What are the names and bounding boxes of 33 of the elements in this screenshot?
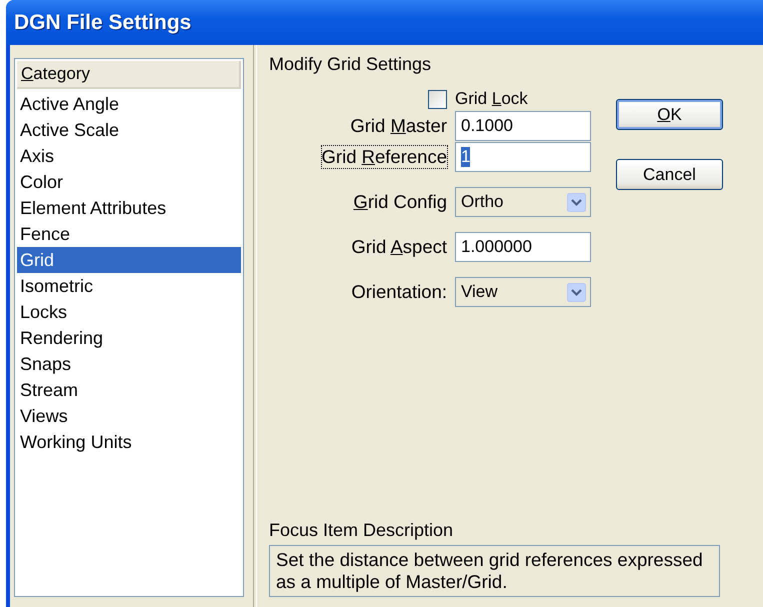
- field-label: Orientation:: [351, 281, 447, 303]
- dropdown[interactable]: Ortho: [455, 187, 591, 217]
- list-header[interactable]: Category: [17, 61, 241, 89]
- category-item[interactable]: Views: [17, 403, 241, 429]
- window-title: DGN File Settings: [14, 10, 192, 34]
- category-item[interactable]: Active Scale: [17, 117, 241, 143]
- category-item[interactable]: Color: [17, 169, 241, 195]
- dialog-button[interactable]: OK: [616, 99, 723, 130]
- section-title: Modify Grid Settings: [269, 54, 432, 75]
- category-item[interactable]: Locks: [17, 299, 241, 325]
- field-label: Grid Reference: [322, 146, 447, 168]
- category-item[interactable]: Snaps: [17, 351, 241, 377]
- input-field[interactable]: 0.1000: [455, 111, 591, 141]
- description-text: Set the distance between grid references expressed as a multiple of Master/Grid.: [269, 545, 720, 597]
- input-field[interactable]: 1: [455, 142, 591, 172]
- field-label: Grid Config: [353, 191, 447, 213]
- category-item[interactable]: Element Attributes: [17, 195, 241, 221]
- input-field[interactable]: 1.000000: [455, 232, 591, 262]
- category-item[interactable]: Fence: [17, 221, 241, 247]
- category-item[interactable]: Active Angle: [17, 91, 241, 117]
- field-label: Grid Aspect: [351, 236, 447, 258]
- category-item[interactable]: Rendering: [17, 325, 241, 351]
- category-item[interactable]: Grid: [17, 247, 241, 273]
- field-label: Grid Master: [350, 115, 447, 137]
- checkbox[interactable]: [428, 90, 447, 108]
- dialog-button[interactable]: Cancel: [616, 159, 723, 190]
- category-item[interactable]: Working Units: [17, 429, 241, 455]
- checkbox-label[interactable]: Grid Lock: [455, 89, 591, 109]
- category-item[interactable]: Axis: [17, 143, 241, 169]
- description-title: Focus Item Description: [269, 520, 454, 541]
- dropdown[interactable]: View: [455, 277, 591, 307]
- category-item[interactable]: Isometric: [17, 273, 241, 299]
- category-item[interactable]: Stream: [17, 377, 241, 403]
